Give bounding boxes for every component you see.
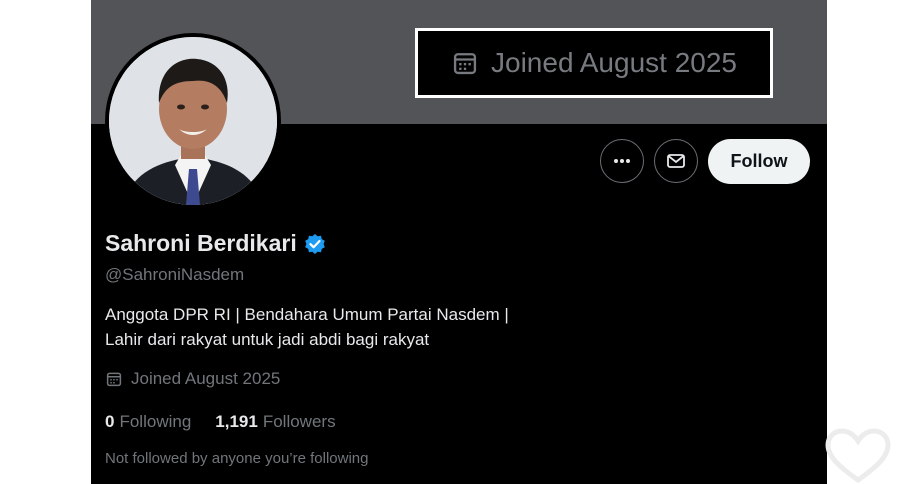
avatar[interactable] bbox=[109, 37, 277, 205]
joined-date-text: Joined August 2025 bbox=[131, 369, 281, 388]
following-label: Following bbox=[119, 412, 192, 431]
bio-line: Lahir dari rakyat untuk jadi abdi bagi r… bbox=[105, 330, 430, 349]
following-count: 0 bbox=[105, 412, 115, 431]
joined-date-callout: Joined August 2025 bbox=[415, 28, 773, 98]
joined-date: Joined August 2025 bbox=[105, 369, 280, 389]
followers-count: 1,191 bbox=[215, 412, 258, 431]
verified-badge-icon bbox=[304, 233, 325, 254]
avatar-photo bbox=[109, 37, 277, 205]
followers-link[interactable]: 1,191 Followers bbox=[215, 412, 335, 432]
callout-text: Joined August 2025 bbox=[491, 47, 737, 78]
follow-stats: 0 Following 1,191 Followers bbox=[105, 412, 336, 432]
display-name: Sahroni Berdikari bbox=[105, 230, 297, 256]
followers-label: Followers bbox=[262, 412, 336, 431]
profile-card: Joined August 2025 Follow Sahroni Berdik… bbox=[91, 0, 827, 484]
envelope-icon bbox=[667, 154, 685, 168]
follow-button[interactable]: Follow bbox=[708, 139, 810, 184]
calendar-icon bbox=[453, 53, 477, 75]
profile-bio: Anggota DPR RI | Bendahara Umum Partai N… bbox=[105, 302, 625, 352]
name-row: Sahroni Berdikari bbox=[105, 230, 326, 257]
not-followed-notice: Not followed by anyone you’re following bbox=[105, 450, 369, 467]
following-link[interactable]: 0 Following bbox=[105, 412, 191, 432]
message-button[interactable] bbox=[654, 139, 698, 183]
more-options-button[interactable] bbox=[600, 139, 644, 183]
user-handle: @SahroniNasdem bbox=[105, 265, 245, 284]
calendar-icon bbox=[106, 372, 122, 387]
heart-icon bbox=[825, 428, 891, 484]
bio-line: Anggota DPR RI | Bendahara Umum Partai N… bbox=[105, 305, 509, 324]
ellipsis-icon bbox=[614, 159, 630, 163]
